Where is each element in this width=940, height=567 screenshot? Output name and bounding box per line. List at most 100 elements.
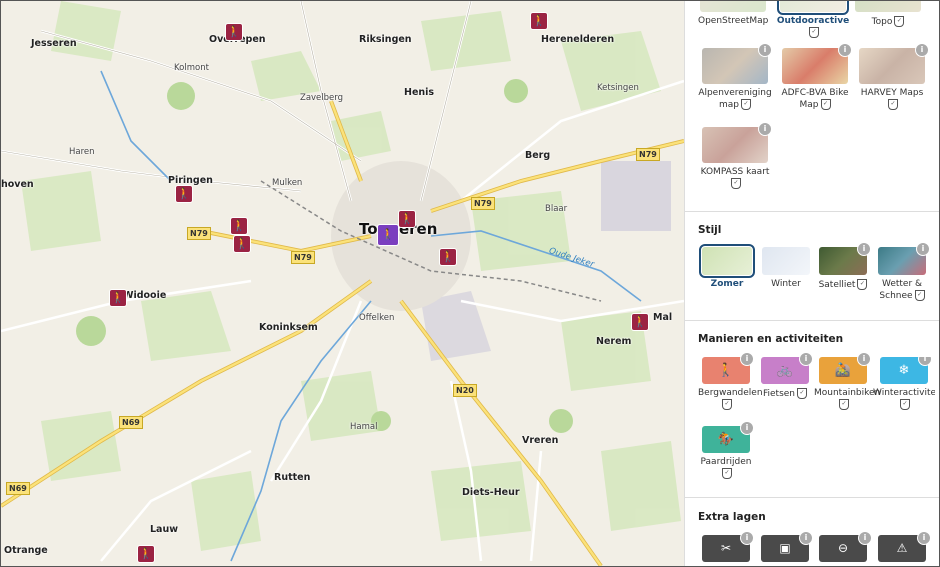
hiking-poi-icon[interactable]: 🚶: [234, 236, 250, 252]
basemap-outdooractive[interactable]: Outdooractive ✓: [776, 1, 850, 39]
snowflake-icon: ❄ i: [880, 357, 932, 384]
selected-hiking-poi-icon[interactable]: 🚶: [378, 225, 398, 245]
basemap-thumbnail: i: [782, 43, 852, 84]
divider: [685, 320, 939, 321]
activity-mountainbiken[interactable]: 🚵 i Mountainbiken ✓: [814, 352, 880, 411]
hiking-poi-icon[interactable]: 🚶: [440, 249, 456, 265]
place-label: Piringen: [168, 175, 213, 186]
info-icon[interactable]: i: [799, 531, 813, 545]
map-view[interactable]: Jesseren Overrepen Riksingen Hereneldere…: [1, 1, 684, 566]
hiking-poi-icon[interactable]: 🚶: [399, 211, 415, 227]
shield-check-icon: ✓: [741, 99, 751, 110]
shield-check-icon: ✓: [900, 399, 910, 410]
shield-check-icon: ✓: [888, 99, 898, 110]
basemap-alpenvereniging[interactable]: i Alpenvereniging map ✓: [698, 43, 772, 111]
activity-winteractiviteiten[interactable]: ❄i Winteractiviteiten✓: [873, 357, 935, 411]
style-wetter-schnee[interactable]: i Wetter & Schnee ✓: [873, 242, 931, 302]
basemap-thumbnail: [855, 1, 921, 12]
layer-photos[interactable]: ▣ i: [757, 531, 813, 562]
road-number: N79: [291, 251, 315, 264]
section-title-extra-layers: Extra lagen: [698, 511, 766, 523]
section-title-activities: Manieren en activiteiten: [698, 333, 844, 345]
place-label: Mulken: [272, 178, 303, 188]
shield-check-icon: ✓: [820, 99, 831, 110]
divider: [685, 497, 939, 498]
shield-check-icon: ✓: [731, 178, 741, 189]
hiking-poi-icon[interactable]: 🚶: [138, 546, 154, 562]
info-icon[interactable]: i: [918, 357, 932, 366]
info-icon[interactable]: i: [740, 352, 754, 366]
info-icon[interactable]: i: [758, 122, 772, 136]
activity-paardrijden[interactable]: 🏇 i Paardrijden ✓: [698, 421, 754, 480]
basemap-adfc-bike[interactable]: i ADFC-BVA Bike Map ✓: [778, 43, 852, 111]
basemap-topo[interactable]: Topo ✓: [851, 1, 925, 28]
road-number: N79: [187, 227, 211, 240]
activity-bergwandelen[interactable]: 🚶 i Bergwandelen ✓: [698, 352, 763, 411]
place-label: Blaar: [545, 204, 568, 214]
road-number: N69: [119, 416, 143, 429]
style-satelliet[interactable]: i Satelliet ✓: [814, 242, 872, 291]
style-zomer[interactable]: Zomer: [698, 244, 756, 290]
basemap-thumbnail: [700, 1, 766, 12]
shield-check-icon: ✓: [809, 27, 819, 38]
horse-riding-icon: 🏇 i: [702, 421, 754, 453]
hiking-icon: 🚶 i: [702, 352, 754, 384]
info-icon[interactable]: i: [915, 43, 929, 57]
activity-label: Winteractiviteiten: [873, 388, 935, 398]
place-label: Koninksem: [259, 322, 318, 333]
place-label: Ketsingen: [597, 83, 639, 93]
activity-label: Mountainbiken: [814, 388, 881, 398]
hiking-poi-icon[interactable]: 🚶: [531, 13, 547, 29]
activity-label: Fietsen: [762, 389, 796, 399]
activity-label: Bergwandelen: [698, 388, 763, 398]
info-icon[interactable]: i: [740, 531, 754, 545]
place-label: Diets-Heur: [462, 487, 520, 498]
info-icon[interactable]: i: [758, 43, 772, 57]
hiking-poi-icon[interactable]: 🚶: [632, 314, 648, 330]
basemap-thumbnail: i: [702, 43, 772, 84]
place-label: Mal: [653, 312, 673, 323]
info-icon[interactable]: i: [916, 242, 930, 256]
layer-slope[interactable]: ✂ i: [698, 531, 754, 562]
place-label: Rutten: [274, 472, 311, 483]
layer-closures[interactable]: ⊖ i: [814, 531, 872, 562]
info-icon[interactable]: i: [740, 421, 754, 435]
shield-check-icon: ✓: [894, 16, 905, 27]
info-icon[interactable]: i: [857, 352, 871, 366]
hiking-poi-icon[interactable]: 🚶: [176, 186, 192, 202]
place-label: Vreren: [522, 435, 559, 446]
road-number: N79: [636, 148, 660, 161]
shield-check-icon: ✓: [722, 399, 732, 410]
style-label: Satelliet: [818, 280, 856, 290]
info-icon[interactable]: i: [917, 531, 931, 545]
divider: [685, 211, 939, 212]
hiking-poi-icon[interactable]: 🚶: [226, 24, 242, 40]
info-icon[interactable]: i: [799, 352, 813, 366]
place-label: Widooie: [123, 290, 167, 301]
activity-fietsen[interactable]: 🚲 i Fietsen ✓: [757, 352, 813, 400]
map-layers-panel: OpenStreetMap Outdooractive ✓ Topo ✓ i Alp…: [684, 1, 939, 566]
info-icon[interactable]: i: [857, 242, 871, 256]
basemap-label: KOMPASS kaart: [700, 167, 770, 177]
hiking-poi-icon[interactable]: 🚶: [110, 290, 126, 306]
place-label: Kolmont: [174, 63, 209, 73]
info-icon[interactable]: i: [858, 531, 872, 545]
activity-label: Paardrijden: [700, 457, 752, 467]
basemap-kompass[interactable]: i KOMPASS kaart ✓: [698, 122, 772, 190]
place-label: hoven: [1, 179, 34, 190]
layer-warnings[interactable]: ⚠ i: [873, 531, 931, 562]
info-icon[interactable]: i: [838, 43, 852, 57]
mountainbike-icon: 🚵 i: [819, 352, 871, 384]
basemap-harvey[interactable]: i HARVEY Maps ✓: [855, 43, 929, 111]
basemap-openstreetmap[interactable]: OpenStreetMap: [698, 1, 768, 27]
shield-check-icon: ✓: [914, 290, 925, 301]
map-canvas: [1, 1, 684, 566]
place-label: Otrange: [4, 545, 48, 556]
basemap-thumbnail: i: [702, 122, 772, 163]
style-winter[interactable]: Winter: [757, 247, 815, 290]
style-thumbnail: [762, 247, 810, 275]
shield-check-icon: ✓: [857, 279, 868, 290]
hiking-poi-icon[interactable]: 🚶: [231, 218, 247, 234]
shield-check-icon: ✓: [839, 399, 849, 410]
basemap-label: Alpenvereniging map: [698, 88, 772, 110]
